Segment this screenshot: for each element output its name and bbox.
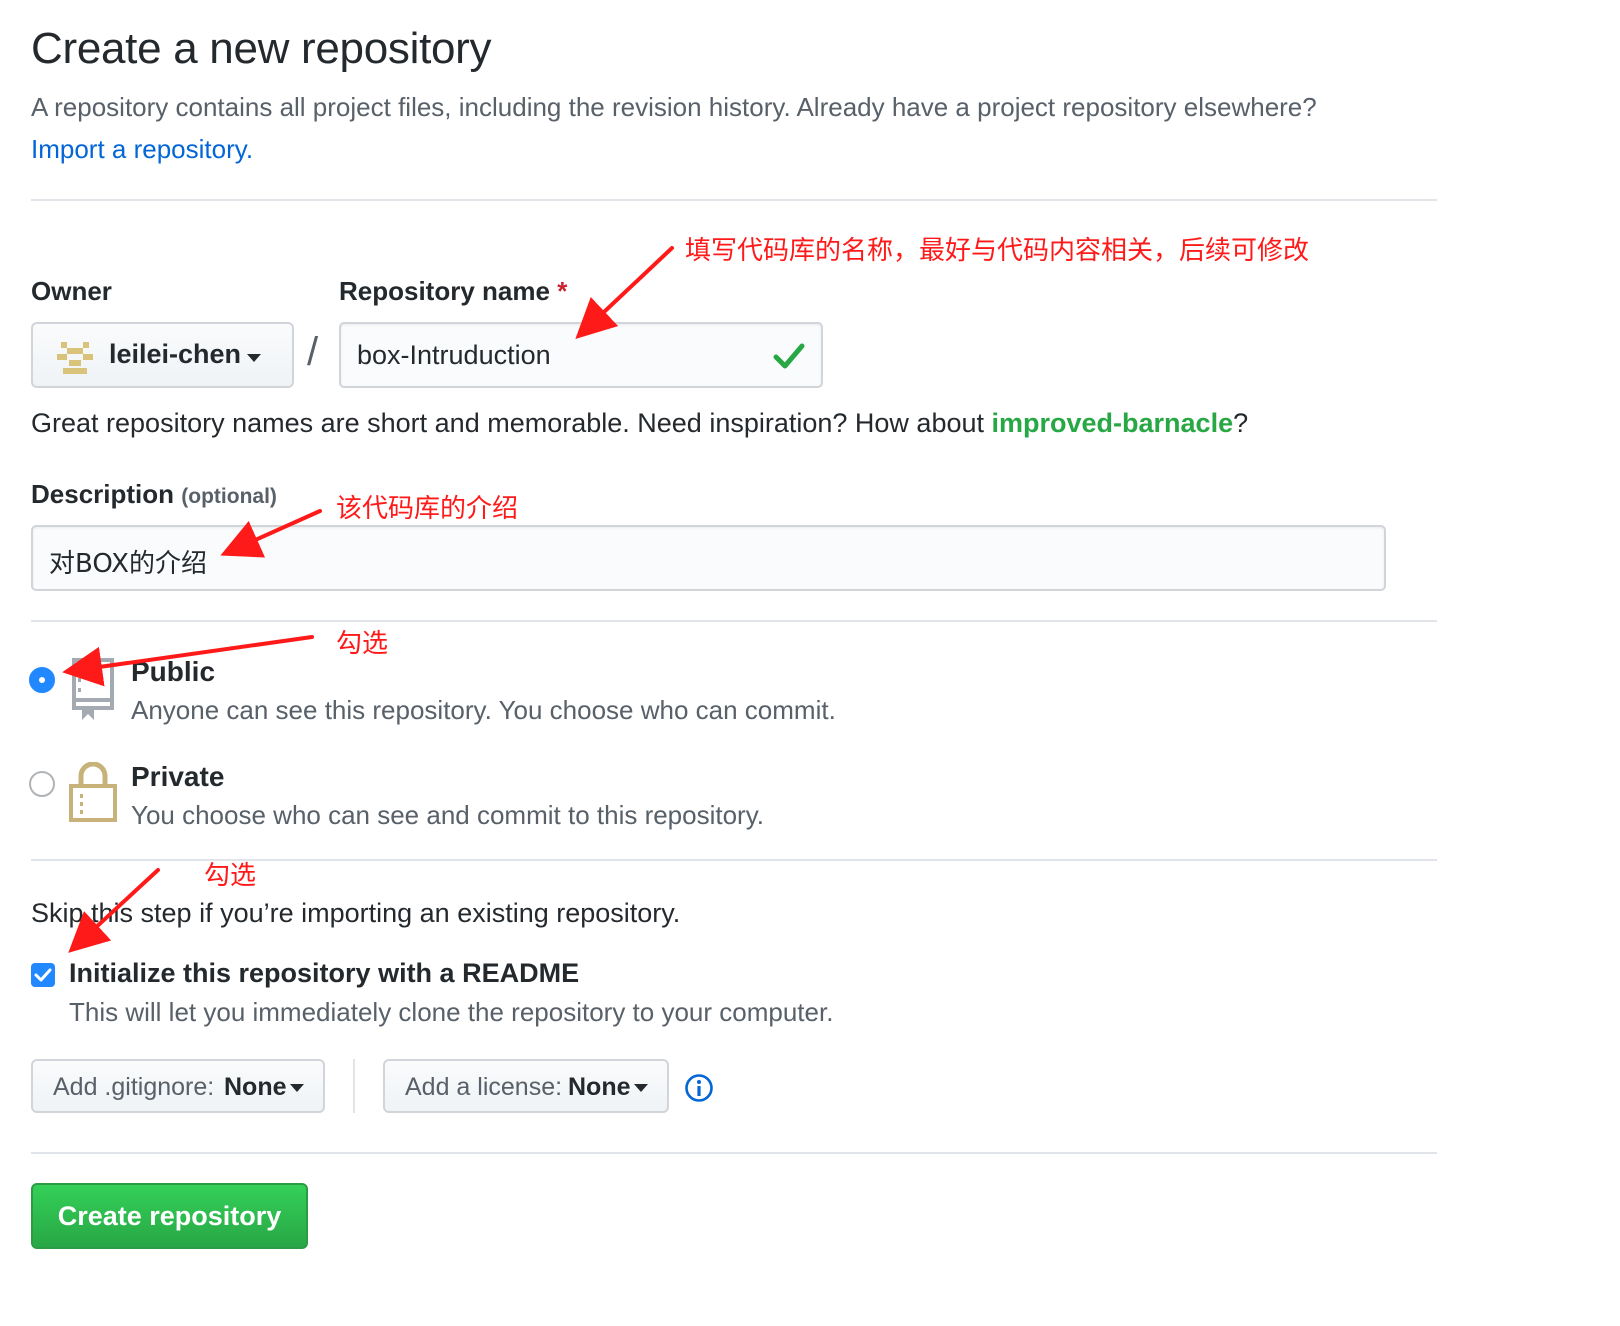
arrow-icon bbox=[68, 868, 160, 953]
arrow-icon bbox=[575, 246, 674, 339]
annotation-arrows bbox=[62, 246, 674, 953]
arrow-icon bbox=[62, 635, 314, 687]
arrow-icon bbox=[220, 509, 322, 558]
